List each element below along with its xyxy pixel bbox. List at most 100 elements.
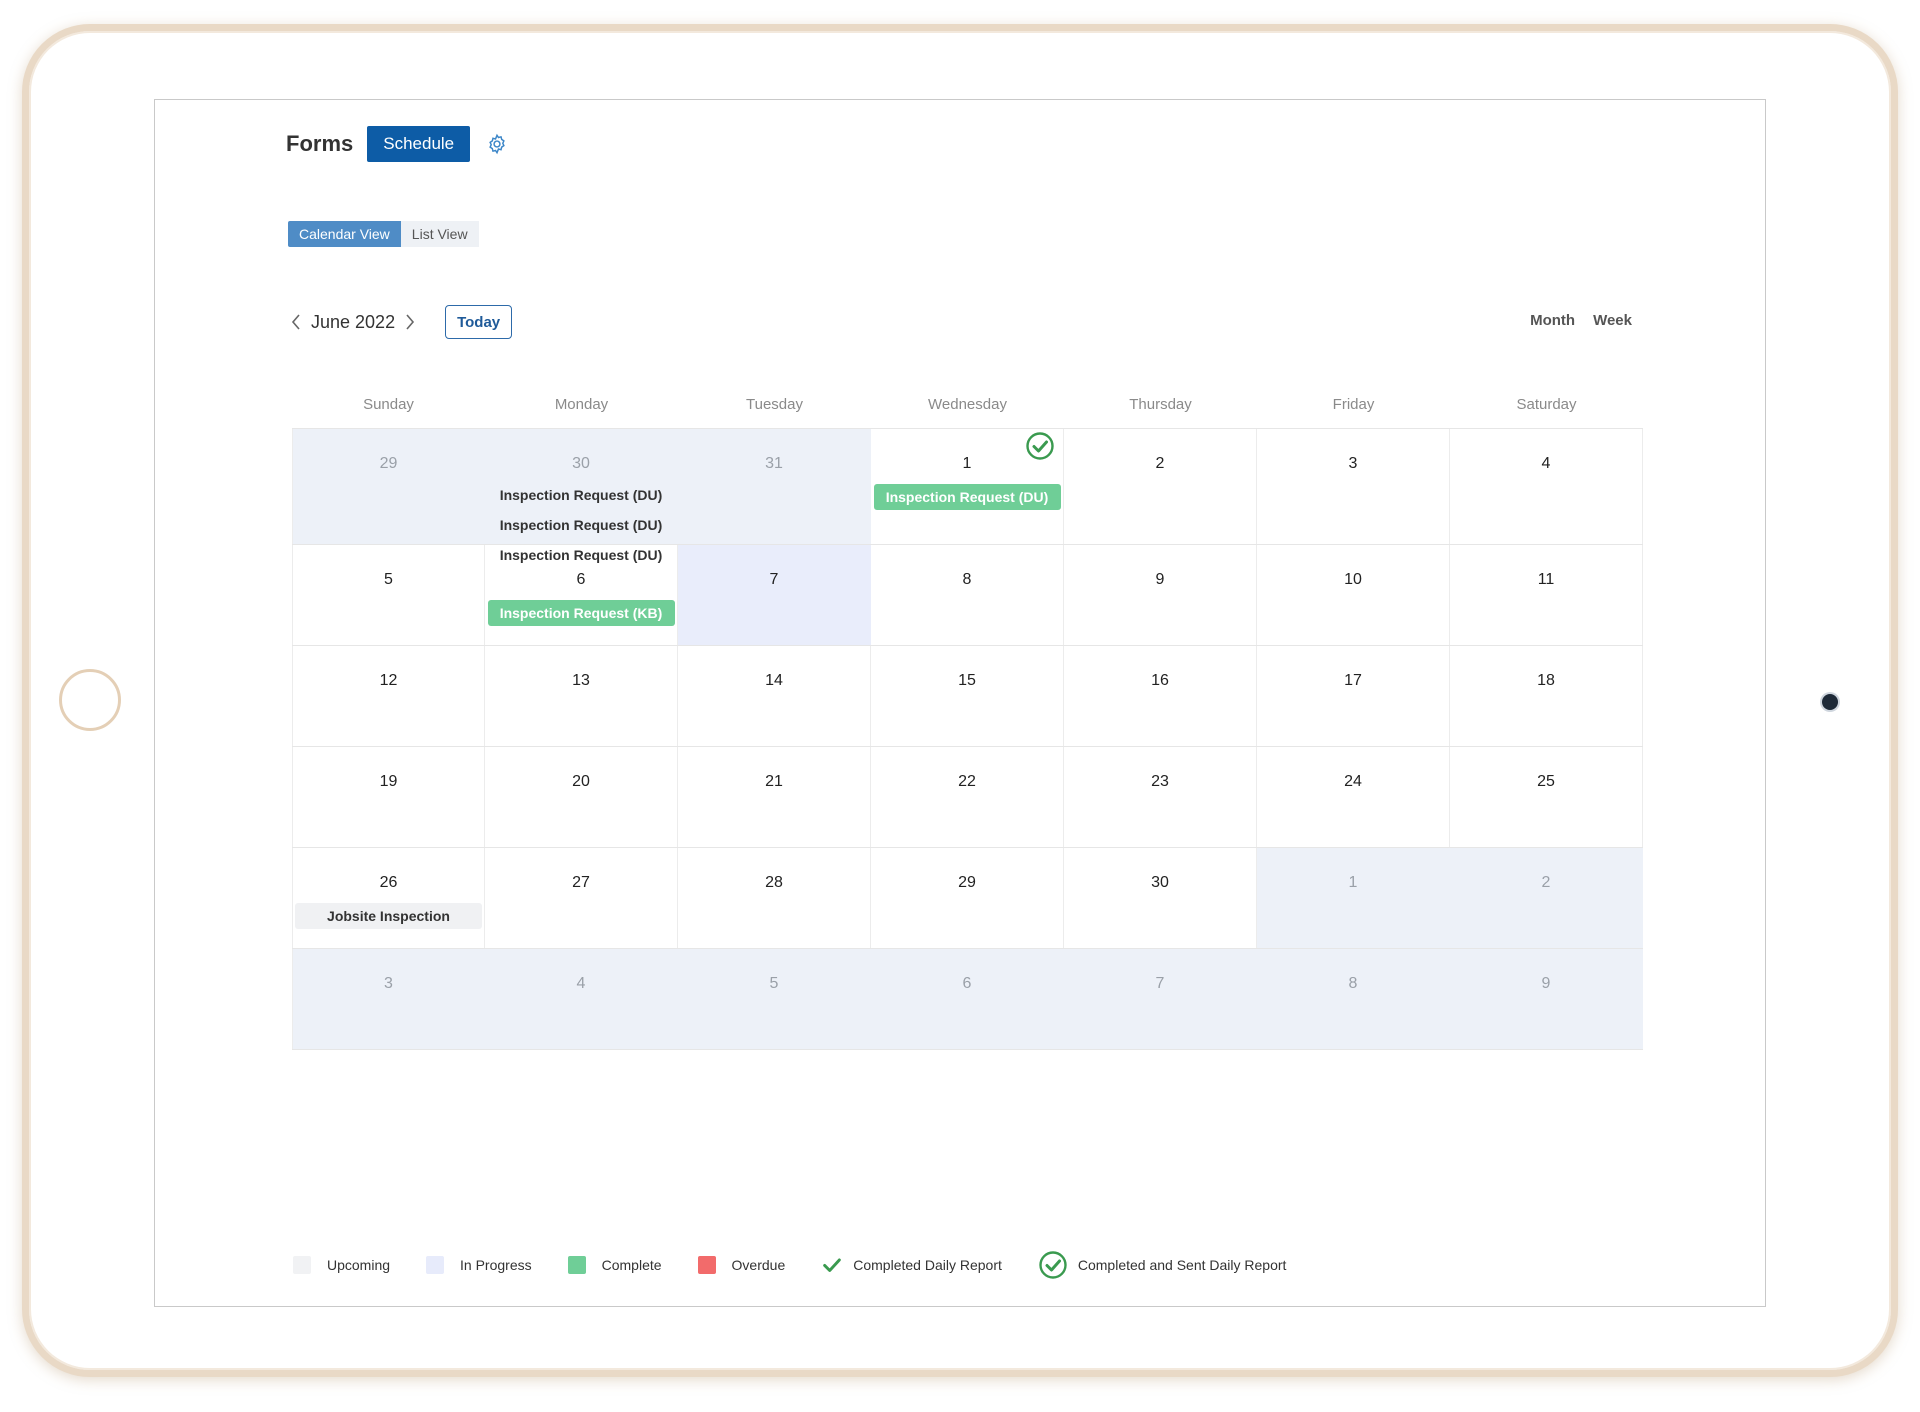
calendar-view-tab[interactable]: Calendar View: [288, 221, 401, 247]
calendar-day-cell[interactable]: 13: [485, 646, 678, 746]
calendar-day-cell[interactable]: 9: [1064, 545, 1257, 645]
view-toggle: Calendar View List View: [288, 221, 479, 247]
day-number: 29: [379, 455, 398, 472]
calendar-day-cell[interactable]: 2: [1064, 429, 1257, 544]
day-number: 3: [1348, 455, 1358, 472]
calendar-day-cell[interactable]: 5: [292, 545, 485, 645]
day-number: 25: [1537, 773, 1555, 790]
calendar-day-cell[interactable]: 4: [485, 949, 678, 1049]
calendar-day-cell[interactable]: 11: [1450, 545, 1643, 645]
day-number: 8: [1348, 975, 1358, 992]
schedule-button[interactable]: Schedule: [367, 126, 471, 162]
page-title: Forms: [286, 131, 354, 156]
calendar-day-cell[interactable]: 23: [1064, 747, 1257, 847]
day-of-week-label: Wednesday: [928, 396, 1007, 413]
calendar-day-cell[interactable]: 22: [871, 747, 1064, 847]
day-of-week-label: Thursday: [1129, 396, 1192, 413]
day-number: 13: [572, 672, 590, 689]
calendar-day-cell[interactable]: 7: [678, 545, 871, 645]
day-number: 2: [1155, 455, 1165, 472]
calendar-day-cell[interactable]: 30: [1064, 848, 1257, 948]
chevron-left-icon[interactable]: [287, 310, 305, 334]
legend-label: Complete: [601, 1257, 662, 1273]
current-month-label: June 2022: [311, 311, 396, 332]
calendar-day-cell[interactable]: 30 Inspection Request (DU) Inspection Requ…: [485, 429, 678, 563]
calendar-day-cell[interactable]: 6 Inspection Request (KB): [485, 545, 678, 645]
day-of-week-label: Monday: [554, 396, 609, 413]
today-button[interactable]: Today: [445, 305, 513, 339]
day-number: 17: [1344, 672, 1362, 689]
calendar-event[interactable]: Inspection Request (DU): [873, 484, 1061, 510]
day-number: 14: [765, 672, 783, 689]
day-number: 11: [1537, 571, 1555, 588]
legend-item: Completed Daily Report: [821, 1254, 1002, 1276]
day-number: 29: [958, 874, 976, 891]
legend-item: Upcoming: [293, 1256, 390, 1274]
day-of-week-label: Friday: [1332, 396, 1375, 413]
gear-icon[interactable]: [484, 131, 510, 157]
calendar-day-cell[interactable]: 5: [678, 949, 871, 1049]
day-number: 8: [962, 571, 972, 588]
calendar-week-row: 26 Jobsite Inspection 27 28 29 30 1 2: [292, 848, 1643, 949]
camera-dot: [1822, 694, 1838, 710]
calendar-day-cell[interactable]: 17: [1257, 646, 1450, 746]
calendar-day-cell[interactable]: 31: [678, 429, 871, 544]
calendar-day-cell[interactable]: 28: [678, 848, 871, 948]
calendar-day-cell[interactable]: 26 Jobsite Inspection: [292, 848, 485, 948]
calendar-day-cell[interactable]: 1: [1257, 848, 1450, 948]
day-number: 23: [1151, 773, 1169, 790]
calendar-day-cell[interactable]: 10: [1257, 545, 1450, 645]
legend-label: Completed and Sent Daily Report: [1077, 1257, 1287, 1273]
legend-label: Upcoming: [327, 1257, 391, 1273]
day-number: 9: [1541, 975, 1551, 992]
calendar-day-cell[interactable]: 15: [871, 646, 1064, 746]
calendar-event[interactable]: Inspection Request (DU): [485, 514, 677, 537]
calendar-day-cell[interactable]: 9: [1450, 949, 1643, 1049]
home-button[interactable]: [59, 669, 121, 731]
calendar-event[interactable]: Jobsite Inspection: [295, 903, 482, 929]
calendar-day-cell[interactable]: 4: [1450, 429, 1643, 544]
calendar-day-cell[interactable]: 18: [1450, 646, 1643, 746]
calendar-day-cell[interactable]: 3: [1257, 429, 1450, 544]
day-number: 10: [1344, 571, 1362, 588]
day-number: 5: [384, 571, 393, 588]
month-mode-button[interactable]: Month: [1530, 312, 1575, 329]
calendar-day-cell[interactable]: 8: [1257, 949, 1450, 1049]
calendar-day-cell[interactable]: 12: [292, 646, 485, 746]
calendar-day-cell[interactable]: 14: [678, 646, 871, 746]
calendar-day-cell[interactable]: 24: [1257, 747, 1450, 847]
calendar-day-cell[interactable]: 29: [292, 429, 485, 544]
day-number: 7: [1155, 975, 1165, 992]
day-of-week-label: Sunday: [363, 396, 414, 413]
calendar-event[interactable]: Inspection Request (KB): [487, 600, 675, 626]
calendar-event[interactable]: Inspection Request (DU): [485, 484, 677, 507]
day-number: 24: [1344, 773, 1362, 790]
legend-item: In Progress: [426, 1256, 532, 1274]
calendar-day-cell[interactable]: 1 Inspection Request (DU): [871, 429, 1064, 544]
legend-label: Overdue: [731, 1257, 786, 1273]
legend-label: In Progress: [460, 1257, 532, 1273]
legend-label: Completed Daily Report: [853, 1257, 1002, 1273]
calendar-day-cell[interactable]: 27: [485, 848, 678, 948]
day-number: 27: [572, 874, 590, 891]
day-number: 20: [572, 773, 590, 790]
chevron-right-icon[interactable]: [401, 310, 419, 334]
calendar-day-cell[interactable]: 7: [1064, 949, 1257, 1049]
day-number: 16: [1151, 672, 1169, 689]
legend: Upcoming In Progress Complete Overdue Comple…: [293, 1250, 1322, 1280]
app-screen: Forms Schedule Calendar View List View J…: [154, 99, 1766, 1307]
legend-swatch: [567, 1256, 586, 1274]
week-mode-button[interactable]: Week: [1593, 312, 1632, 329]
calendar-day-cell[interactable]: 25: [1450, 747, 1643, 847]
calendar-day-cell[interactable]: 20: [485, 747, 678, 847]
calendar-day-cell[interactable]: 6: [871, 949, 1064, 1049]
calendar-day-cell[interactable]: 3: [292, 949, 485, 1049]
day-number: 28: [765, 874, 783, 891]
calendar-day-cell[interactable]: 2: [1450, 848, 1643, 948]
calendar-day-cell[interactable]: 16: [1064, 646, 1257, 746]
calendar-day-cell[interactable]: 21: [678, 747, 871, 847]
calendar-day-cell[interactable]: 19: [292, 747, 485, 847]
list-view-tab[interactable]: List View: [400, 221, 479, 247]
calendar-day-cell[interactable]: 29: [871, 848, 1064, 948]
calendar-day-cell[interactable]: 8: [871, 545, 1064, 645]
